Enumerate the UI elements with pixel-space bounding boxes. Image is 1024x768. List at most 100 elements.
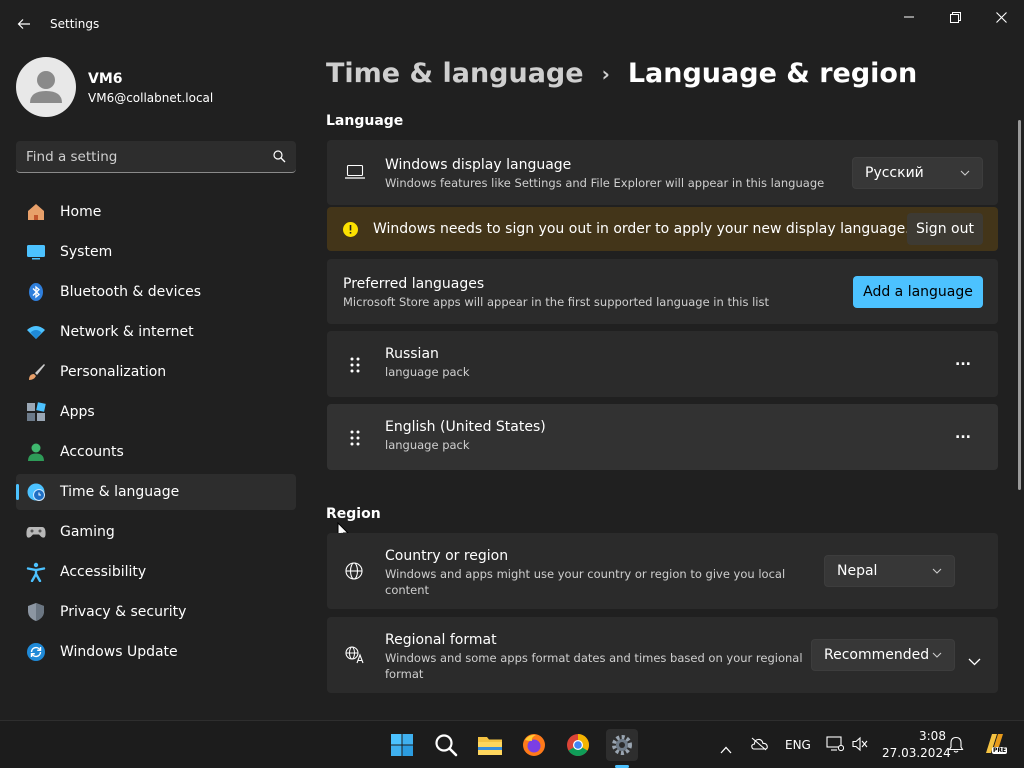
file-explorer-button[interactable] <box>474 729 506 761</box>
network-icon[interactable] <box>826 736 845 756</box>
sidebar-item-label: Accounts <box>60 444 124 460</box>
scrollbar[interactable] <box>1018 120 1021 490</box>
breadcrumb: Time & language › Language & region <box>326 58 917 89</box>
settings-app-button[interactable] <box>606 729 638 761</box>
search-icon <box>273 150 286 163</box>
country-region-dropdown[interactable]: Nepal <box>824 555 955 587</box>
minimize-icon <box>904 16 914 18</box>
restore-icon <box>949 11 961 23</box>
language-name: English (United States) <box>385 419 546 435</box>
start-button[interactable] <box>386 729 418 761</box>
chrome-button[interactable] <box>562 729 594 761</box>
sidebar-item-accounts[interactable]: Accounts <box>16 434 296 470</box>
language-detail: language pack <box>385 365 470 379</box>
back-arrow-icon <box>17 19 30 29</box>
country-region-card: Country or region Windows and apps might… <box>327 533 998 609</box>
input-language-indicator[interactable]: ENG <box>785 738 811 752</box>
sidebar-item-network[interactable]: Network & internet <box>16 314 296 350</box>
globe-icon <box>345 562 363 584</box>
display-language-dropdown[interactable]: Русский <box>852 157 983 189</box>
drag-handle-icon[interactable] <box>349 356 361 378</box>
signout-warning-bar: Windows needs to sign you out in order t… <box>327 207 998 251</box>
language-row-russian[interactable]: Russian language pack ... <box>327 331 998 397</box>
dropdown-value: Русский <box>865 165 924 181</box>
language-row-english[interactable]: English (United States) language pack ..… <box>327 404 998 470</box>
preferred-languages-title: Preferred languages <box>343 276 485 292</box>
sidebar-item-label: Network & internet <box>60 324 194 340</box>
sidebar-item-label: Home <box>60 204 102 220</box>
breadcrumb-parent[interactable]: Time & language <box>326 58 584 89</box>
search-box[interactable] <box>16 141 296 173</box>
taskbar: ENG 3:08 27.03.2024 PRE <box>0 720 1024 768</box>
sidebar-item-home[interactable]: Home <box>16 194 296 230</box>
sidebar-item-apps[interactable]: Apps <box>16 394 296 430</box>
sidebar-item-privacy[interactable]: Privacy & security <box>16 594 296 630</box>
add-language-button[interactable]: Add a language <box>853 276 983 308</box>
dropdown-value: Recommended <box>824 647 930 663</box>
avatar[interactable] <box>16 57 76 117</box>
back-button[interactable] <box>12 12 36 36</box>
sidebar-item-personalization[interactable]: Personalization <box>16 354 296 390</box>
more-options-button[interactable]: ... <box>949 353 977 373</box>
search-icon <box>435 734 458 757</box>
sidebar-item-accessibility[interactable]: Accessibility <box>16 554 296 590</box>
sidebar-item-system[interactable]: System <box>16 234 296 270</box>
language-name: Russian <box>385 346 439 362</box>
laptop-icon <box>345 164 365 184</box>
regional-format-dropdown[interactable]: Recommended <box>811 639 955 671</box>
show-hidden-icons-button[interactable] <box>720 739 732 758</box>
page-title: Language & region <box>627 58 918 89</box>
volume-muted-icon[interactable] <box>851 736 869 756</box>
preferred-languages-desc: Microsoft Store apps will appear in the … <box>343 295 769 309</box>
clock-time[interactable]: 3:08 <box>919 729 946 743</box>
sidebar-item-label: Privacy & security <box>60 604 187 620</box>
sidebar-item-label: Accessibility <box>60 564 147 580</box>
bluetooth-icon <box>26 282 46 302</box>
country-region-title: Country or region <box>385 548 509 564</box>
breadcrumb-separator: › <box>601 61 610 86</box>
accessibility-icon <box>26 562 46 582</box>
onedrive-off-icon[interactable] <box>750 736 768 755</box>
expand-chevron-icon[interactable] <box>968 651 981 670</box>
close-button[interactable] <box>978 6 1024 28</box>
warning-text: Windows needs to sign you out in order t… <box>373 221 910 237</box>
display-language-card: Windows display language Windows feature… <box>327 140 998 205</box>
sidebar-nav: Home System Bluetooth & devices Network … <box>16 194 296 674</box>
dropdown-value: Nepal <box>837 563 878 579</box>
sidebar-item-label: Bluetooth & devices <box>60 284 202 300</box>
chrome-icon <box>567 734 589 756</box>
restore-button[interactable] <box>932 6 978 28</box>
regional-format-desc: format <box>385 667 424 681</box>
regional-format-desc: Windows and some apps format dates and t… <box>385 651 803 665</box>
home-icon <box>26 202 46 222</box>
minimize-button[interactable] <box>886 6 932 28</box>
more-options-button[interactable]: ... <box>949 426 977 446</box>
search-input[interactable] <box>26 148 273 165</box>
clock-date[interactable]: 27.03.2024 <box>882 746 951 760</box>
gear-icon <box>612 735 632 755</box>
sidebar-item-bluetooth[interactable]: Bluetooth & devices <box>16 274 296 310</box>
country-region-desc: content <box>385 583 430 597</box>
chevron-up-icon <box>720 746 732 754</box>
section-title-language: Language <box>326 113 404 129</box>
close-icon <box>995 11 1007 23</box>
firefox-icon <box>523 734 545 756</box>
update-icon <box>26 642 46 662</box>
sidebar-item-time-language[interactable]: Time & language <box>16 474 296 510</box>
sign-out-button[interactable]: Sign out <box>907 213 983 245</box>
drag-handle-icon[interactable] <box>349 429 361 451</box>
preferred-languages-card: Preferred languages Microsoft Store apps… <box>327 259 998 324</box>
taskbar-search-button[interactable] <box>430 729 462 761</box>
notifications-bell-icon[interactable] <box>948 736 964 757</box>
shield-icon <box>26 602 46 622</box>
firefox-button[interactable] <box>518 729 550 761</box>
regional-format-title: Regional format <box>385 632 497 648</box>
sidebar-item-windows-update[interactable]: Windows Update <box>16 634 296 670</box>
regional-format-card[interactable]: Regional format Windows and some apps fo… <box>327 617 998 693</box>
country-region-desc: Windows and apps might use your country … <box>385 567 786 581</box>
sidebar-item-gaming[interactable]: Gaming <box>16 514 296 550</box>
sidebar-item-label: Personalization <box>60 364 167 380</box>
folder-icon <box>478 737 502 755</box>
language-detail: language pack <box>385 438 470 452</box>
copilot-preview-icon[interactable]: PRE <box>980 731 1008 757</box>
